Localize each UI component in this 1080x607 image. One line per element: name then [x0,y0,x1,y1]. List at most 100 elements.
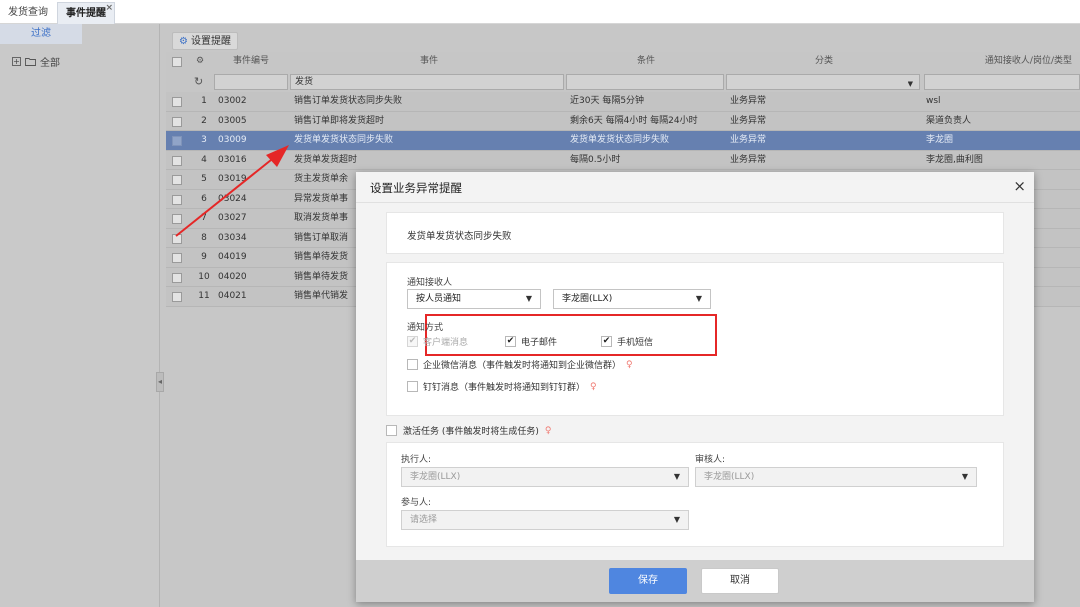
reviewer-value: 李龙圈(LLX) [704,472,755,482]
task-card: 执行人: 李龙圈(LLX) ▼ 审核人: 李龙圈(LLX) ▼ 参与人: 请选择 ▼ [386,442,1004,547]
cell-event: 销售订单即将发货超时 [294,115,385,126]
expand-icon[interactable]: + [12,57,21,66]
cell-no: 2 [201,115,207,126]
chevron-down-icon: ▼ [961,472,968,481]
cell-receiver: 李龙圈 [926,135,954,145]
column-settings-icon[interactable]: ⚙ [192,52,208,71]
notify-by-select[interactable]: 按人员通知 ▼ [407,289,541,309]
row-checkbox[interactable] [172,116,182,127]
participant-select: 请选择 ▼ [401,510,689,530]
receiver-select[interactable]: 李龙圈(LLX) ▼ [553,289,711,309]
cell-condition: 近30天 每隔5分钟 [570,96,645,106]
row-checkbox[interactable] [172,233,182,244]
cell-category: 业务异常 [730,115,767,126]
divider [356,202,1034,203]
dingtalk-checkbox[interactable]: 钉钉消息（事件触发时将通知到钉钉群） ♀ [407,380,597,393]
refresh-icon[interactable]: ↻ [194,72,208,91]
cell-code: 04020 [218,271,247,282]
cell-receiver: 渠道负责人 [926,115,972,126]
close-tab-icon[interactable]: × [105,0,113,19]
save-button[interactable]: 保存 [609,568,687,594]
reviewer-select: 李龙圈(LLX) ▼ [695,467,977,487]
header-category[interactable]: 分类 [726,52,922,71]
cell-no: 9 [201,252,207,262]
dingtalk-label: 钉钉消息（事件触发时将通知到钉钉群） [423,383,586,393]
cell-no: 7 [201,213,207,223]
row-checkbox[interactable] [172,214,182,224]
cell-no: 5 [201,174,207,184]
cell-category: 业务异常 [730,96,767,106]
select-all-checkbox[interactable] [172,57,182,67]
activate-task-checkbox[interactable]: 激活任务 (事件触发时将生成任务) ♀ [386,424,551,437]
filter-condition-input[interactable] [566,74,724,90]
cell-code: 03009 [218,135,247,145]
filter-tab[interactable]: 过滤 [0,24,82,44]
checkmark-icon: ✔ [601,336,612,347]
filter-code-input[interactable] [214,74,288,90]
table-row[interactable]: 2 03005 销售订单即将发货超时 剩余6天 每隔4小时 每隔24小时 业务异常 渠道负… [166,111,1080,131]
executor-select: 李龙圈(LLX) ▼ [401,467,689,487]
cell-condition: 发货单发货状态同步失败 [570,135,670,145]
tip-icon[interactable]: ♀ [590,382,597,392]
event-name: 发货单发货状态同步失败 [407,231,512,242]
row-checkbox[interactable] [172,272,182,283]
cell-event: 发货单发货状态同步失败 [294,135,394,145]
event-name-card: 发货单发货状态同步失败 [386,212,1004,254]
grid-filter-row: ↻ 发货 ▼ [166,72,1080,92]
tree-item-label: 全部 [40,58,60,69]
table-row[interactable]: 3 03009 发货单发货状态同步失败 发货单发货状态同步失败 业务异常 李龙圈 [166,131,1080,151]
table-row[interactable]: 1 03002 销售订单发货状态同步失败 近30天 每隔5分钟 业务异常 wsl [166,92,1080,112]
email-label: 电子邮件 [521,338,558,348]
row-checkbox[interactable] [172,292,182,302]
participant-placeholder: 请选择 [410,515,438,525]
header-condition[interactable]: 条件 [566,52,726,71]
header-event[interactable]: 事件 [292,52,566,71]
client-message-checkbox: ✔ 客户端消息 [407,335,468,348]
receiver-value: 李龙圈(LLX) [562,294,613,304]
table-row[interactable]: 4 03016 发货单发货超时 每隔0.5小时 业务异常 李龙圈,曲利图 [166,150,1080,170]
set-reminder-button[interactable]: ⚙ 设置提醒 [172,32,238,50]
email-checkbox[interactable]: ✔ 电子邮件 [505,335,557,348]
cell-code: 03024 [218,193,247,204]
tab-event-reminder-label: 事件提醒 [66,8,106,19]
method-label: 通知方式 [407,323,444,333]
row-checkbox[interactable] [172,253,182,263]
cell-category: 业务异常 [730,154,767,165]
cell-receiver: 李龙圈,曲利图 [926,154,983,165]
tip-icon[interactable]: ♀ [626,360,633,370]
row-checkbox[interactable] [172,97,182,107]
header-code[interactable]: 事件编号 [214,52,288,71]
activate-task-label: 激活任务 (事件触发时将生成任务) [403,427,539,437]
header-receiver[interactable]: 通知接收人/岗位/类型 [924,52,1080,71]
collapse-panel-handle[interactable]: ◂ [156,372,164,392]
filter-receiver-input[interactable] [924,74,1080,90]
filter-event-input[interactable]: 发货 [290,74,564,90]
checkmark-icon: ✔ [407,336,418,347]
tree-item-all[interactable]: + 全部 [12,54,60,69]
executor-label: 执行人: [401,455,432,465]
gear-icon: ⚙ [179,36,188,47]
cell-code: 04019 [218,252,247,262]
row-checkbox[interactable] [172,194,182,205]
cancel-button[interactable]: 取消 [701,568,779,594]
client-message-label: 客户端消息 [423,338,469,348]
row-checkbox[interactable] [172,136,182,146]
tab-event-reminder[interactable]: 事件提醒 × [57,2,115,24]
sms-checkbox[interactable]: ✔ 手机短信 [601,335,653,348]
participant-label: 参与人: [401,498,432,508]
row-checkbox[interactable] [172,175,182,185]
receiver-label: 通知接收人 [407,278,453,288]
notify-by-value: 按人员通知 [416,294,462,304]
checkbox-box [407,381,418,392]
wecom-checkbox[interactable]: 企业微信消息（事件触发时将通知到企业微信群） ♀ [407,358,633,371]
tab-bar: 发货查询 事件提醒 × [0,0,1080,24]
row-checkbox[interactable] [172,155,182,166]
tip-icon[interactable]: ♀ [545,426,552,436]
cell-code: 03005 [218,115,247,126]
executor-value: 李龙圈(LLX) [410,472,461,482]
filter-category-select[interactable]: ▼ [726,74,920,90]
close-icon[interactable]: × [1013,177,1026,195]
set-reminder-label: 设置提醒 [190,36,231,47]
chevron-down-icon: ▼ [673,472,680,481]
tab-shipment-query[interactable]: 发货查询 [0,2,56,24]
